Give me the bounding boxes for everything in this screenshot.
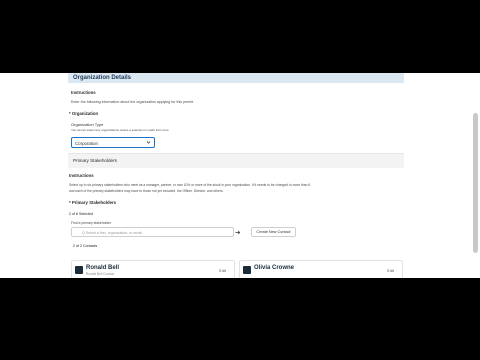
organization-type-help: You cannot select any organizations unle… — [71, 128, 169, 132]
contact-name: Olivia Crowne — [254, 265, 295, 271]
instructions-heading-2: Instructions — [69, 173, 94, 178]
vertical-scrollbar[interactable] — [473, 113, 478, 253]
contacts-count: 2 of 2 Contacts — [73, 244, 98, 248]
contact-card: Olivia Crowne Edit — [239, 260, 403, 278]
search-label: Find a primary stakeholder — [71, 221, 112, 225]
primary-stakeholders-heading: * Primary Stakeholders — [69, 200, 117, 205]
instructions-text-2a: Select up to six primary stakeholders wh… — [69, 183, 311, 187]
primary-stakeholders-panel: Primary Stakeholders — [68, 153, 404, 168]
organization-heading: * Organization — [69, 111, 99, 116]
organization-details-header: Organization Details — [68, 73, 404, 83]
instructions-text: Enter the following information about th… — [71, 100, 195, 104]
organization-type-value: Corporation — [75, 141, 98, 146]
contact-avatar — [75, 266, 83, 274]
search-placeholder: Q Select a first, organization, or email — [82, 230, 142, 235]
stakeholder-search-input[interactable]: Q Select a first, organization, or email — [71, 227, 234, 237]
edit-contact-button[interactable]: Edit — [387, 268, 394, 273]
contact-avatar — [243, 266, 251, 274]
contact-card: Ronald Bell Ronald Bell Contact Edit — [71, 260, 235, 278]
arrow-right-icon[interactable] — [235, 230, 241, 235]
organization-type-select[interactable]: Corporation — [71, 137, 155, 148]
form-page: Organization Details Instructions Enter … — [0, 73, 480, 278]
instructions-heading: Instructions — [71, 90, 96, 95]
organization-type-label: Organization Type — [71, 122, 104, 127]
selected-count: 2 of 6 Selected — [69, 212, 93, 216]
contact-subtitle: Ronald Bell Contact — [86, 272, 115, 276]
contact-name: Ronald Bell — [86, 265, 120, 271]
edit-contact-button[interactable]: Edit — [219, 268, 226, 273]
chevron-down-icon — [146, 141, 151, 144]
primary-stakeholders-title: Primary Stakeholders — [73, 158, 117, 163]
instructions-text-2b: and each of the primary stakeholders may… — [69, 189, 224, 193]
create-new-contact-button[interactable]: Create New Contact — [251, 227, 296, 237]
